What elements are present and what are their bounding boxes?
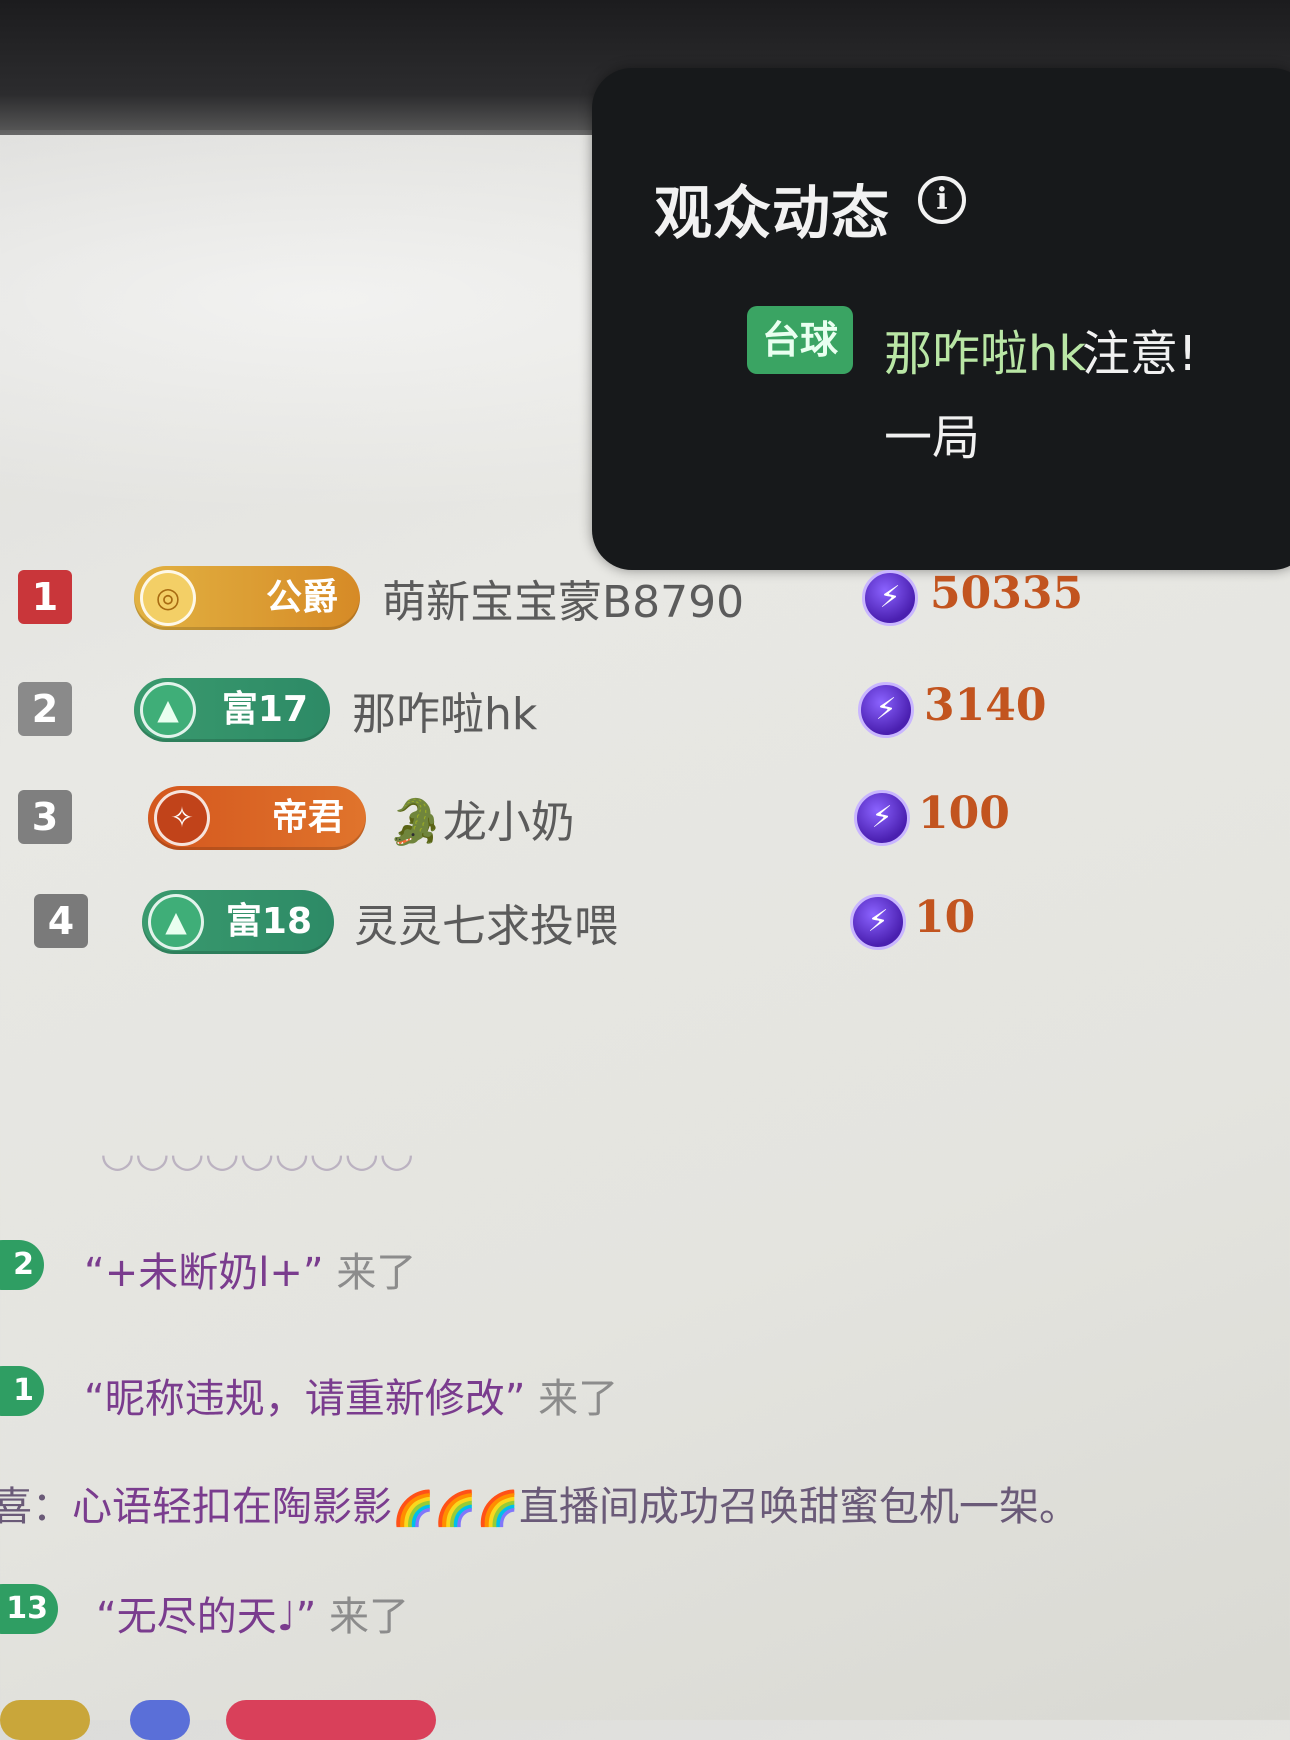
- noble-badge: ◎ 公爵: [134, 566, 360, 630]
- arrival-text: 来了: [336, 1250, 417, 1296]
- badge-label: 公爵: [265, 577, 338, 618]
- user-level-badge: 1: [0, 1366, 44, 1416]
- wealth-badge: ▲ 富17: [134, 678, 330, 742]
- lightning-coin-icon: ⚡: [858, 682, 914, 738]
- username[interactable]: 萌新宝宝蒙B8790: [382, 566, 744, 630]
- info-icon[interactable]: i: [918, 176, 966, 224]
- system-prefix: 喜：: [0, 1484, 72, 1530]
- badge-label: 富18: [225, 901, 312, 942]
- username: 龙小奶: [442, 797, 575, 848]
- ranking-row[interactable]: 2 ▲ 富17 那咋啦hk ⚡ 3140: [0, 664, 1290, 754]
- wealth-emblem-icon: ▲: [140, 682, 196, 738]
- game-tag: 台球: [747, 306, 853, 374]
- contribution-score: 10: [914, 892, 976, 943]
- activity-message: 注意!: [1082, 326, 1198, 382]
- chat-username[interactable]: “+未断奶l+”: [84, 1250, 324, 1296]
- audience-activity-popup: 观众动态 i 台球 那咋啦hk 注意! 一局: [592, 68, 1290, 570]
- activity-username[interactable]: 那咋啦hk: [884, 314, 1086, 384]
- user-level-badge: 13: [0, 1584, 58, 1634]
- rank-number: 4: [34, 894, 88, 948]
- ranking-row[interactable]: 1 ◎ 公爵 萌新宝宝蒙B8790 ⚡ 50335: [0, 552, 1290, 642]
- system-message-text: 直播间成功召唤甜蜜包机一架。: [519, 1484, 1080, 1530]
- wealth-badge: ▲ 富18: [142, 890, 334, 954]
- lightning-coin-icon: ⚡: [850, 894, 906, 950]
- user-level-badge: 2: [0, 1240, 44, 1290]
- gift-sender[interactable]: 心语轻扣在陶影影: [72, 1484, 392, 1530]
- lightning-coin-icon: ⚡: [862, 570, 918, 626]
- contribution-score: 50335: [930, 568, 1084, 619]
- chat-username[interactable]: “昵称违规，请重新修改”: [84, 1376, 525, 1422]
- arrival-text: 来了: [329, 1594, 410, 1640]
- rank-number: 3: [18, 790, 72, 844]
- username[interactable]: 那咋啦hk: [352, 678, 537, 742]
- username[interactable]: 灵灵七求投喂: [354, 890, 618, 954]
- system-message: 喜：心语轻扣在陶影影🌈🌈🌈直播间成功召唤甜蜜包机一架。: [0, 1474, 1079, 1532]
- chat-username[interactable]: “无尽的天♩”: [96, 1594, 316, 1640]
- noble-badge: ✧ 帝君: [148, 786, 366, 850]
- popup-title: 观众动态: [654, 179, 891, 247]
- activity-message-continued: 一局: [884, 410, 981, 466]
- badge-label: 帝君: [271, 797, 344, 838]
- arrival-text: 来了: [538, 1376, 619, 1422]
- ranking-row[interactable]: 3 ✧ 帝君 🐊龙小奶 ⚡ 100: [0, 772, 1290, 862]
- ranking-row[interactable]: 4 ▲ 富18 灵灵七求投喂 ⚡ 10: [0, 876, 1290, 966]
- cropped-chat-line: ◡◡◡◡◡◡◡◡◡: [100, 1130, 415, 1176]
- cropped-badge: [0, 1700, 90, 1740]
- username-with-icon[interactable]: 🐊龙小奶: [388, 786, 575, 850]
- rank-number: 2: [18, 682, 72, 736]
- crocodile-icon: 🐊: [388, 797, 443, 848]
- contribution-score: 100: [918, 788, 1010, 839]
- badge-label: 富17: [221, 689, 308, 730]
- cropped-icon: [130, 1700, 190, 1740]
- cropped-badge: [226, 1700, 436, 1740]
- emperor-emblem-icon: ✧: [154, 790, 210, 846]
- contribution-score: 3140: [924, 680, 1047, 731]
- crown-emblem-icon: ◎: [140, 570, 196, 626]
- lightning-coin-icon: ⚡: [854, 790, 910, 846]
- cropped-bottom-row: [0, 1690, 1290, 1740]
- rank-number: 1: [18, 570, 72, 624]
- rainbow-emoji-icons: 🌈🌈🌈: [392, 1489, 520, 1529]
- wealth-emblem-icon: ▲: [148, 894, 204, 950]
